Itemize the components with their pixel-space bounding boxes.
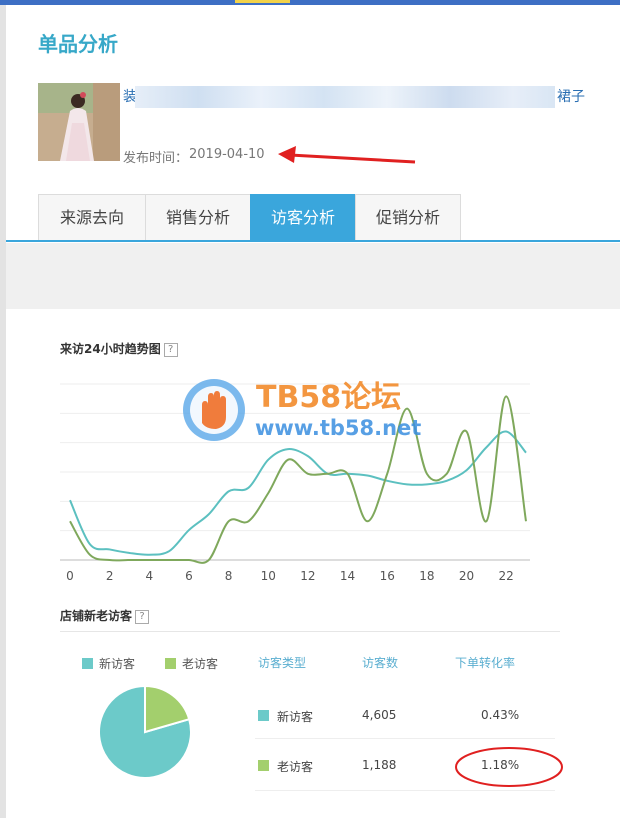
trend-section-title: 来访24小时趋势图? xyxy=(60,340,178,357)
x-tick-label: 20 xyxy=(459,569,474,583)
analysis-tabs: 来源去向 销售分析 访客分析 促销分析 xyxy=(38,194,461,240)
row-divider xyxy=(255,790,555,791)
watermark-title: TB58论坛 xyxy=(256,380,402,415)
col-header-count: 访客数 xyxy=(362,656,399,670)
visitor-pie-chart xyxy=(98,684,192,779)
watermark-hand-icon xyxy=(183,379,245,441)
x-tick-label: 12 xyxy=(300,569,315,583)
visitors-section-title: 店铺新老访客? xyxy=(60,607,150,624)
row-count-new: 4,605 xyxy=(362,708,397,722)
section-divider xyxy=(60,631,560,632)
col-header-rate: 下单转化率 xyxy=(455,656,516,670)
tab-visitors[interactable]: 访客分析 xyxy=(250,194,356,240)
product-thumbnail[interactable] xyxy=(38,83,120,161)
x-tick-label: 18 xyxy=(419,569,434,583)
tab-source[interactable]: 来源去向 xyxy=(38,194,146,240)
legend-swatch xyxy=(165,658,176,669)
product-photo-icon xyxy=(38,83,120,161)
x-tick-label: 4 xyxy=(145,569,153,583)
annotation-arrow xyxy=(278,146,416,164)
legend-label: 老访客 xyxy=(182,657,219,671)
visitors-title-text: 店铺新老访客 xyxy=(60,609,133,623)
window-frame xyxy=(0,0,6,818)
trend-title-text: 来访24小时趋势图 xyxy=(60,342,161,356)
row-count-old: 1,188 xyxy=(362,758,397,772)
x-tick-label: 2 xyxy=(106,569,114,583)
row-swatch-new xyxy=(258,710,269,721)
series-line-0 xyxy=(69,430,527,556)
watermark-url: www.tb58.net xyxy=(255,416,422,440)
legend-label: 新访客 xyxy=(99,657,136,671)
page-title: 单品分析 xyxy=(38,32,118,56)
row-divider xyxy=(255,738,555,739)
row-type-new: 新访客 xyxy=(277,710,314,724)
x-tick-label: 16 xyxy=(380,569,395,583)
x-tick-label: 0 xyxy=(66,569,74,583)
help-icon[interactable]: ? xyxy=(163,342,178,357)
tab-sales[interactable]: 销售分析 xyxy=(145,194,251,240)
row-swatch-old xyxy=(258,760,269,771)
product-title-end[interactable]: 裙子 xyxy=(557,86,585,106)
annotation-circle xyxy=(455,747,563,787)
top-nav-highlight xyxy=(235,0,290,3)
publish-date: 2019-04-10 xyxy=(189,147,265,162)
filter-band xyxy=(6,243,620,309)
publish-time-label: 发布时间： xyxy=(123,151,189,166)
legend-old-visitors: 老访客 xyxy=(165,655,218,672)
x-tick-label: 14 xyxy=(340,569,355,583)
x-tick-label: 10 xyxy=(261,569,276,583)
tab-underline xyxy=(6,240,620,242)
col-header-type: 访客类型 xyxy=(258,656,307,670)
tab-promotion[interactable]: 促销分析 xyxy=(355,194,461,240)
product-title-blurred xyxy=(135,86,555,108)
x-tick-label: 6 xyxy=(185,569,193,583)
x-tick-label: 22 xyxy=(499,569,514,583)
legend-new-visitors: 新访客 xyxy=(82,655,135,672)
row-rate-new: 0.43% xyxy=(481,708,520,722)
row-type-old: 老访客 xyxy=(277,760,314,774)
legend-swatch xyxy=(82,658,93,669)
help-icon[interactable]: ? xyxy=(135,609,150,624)
x-tick-label: 8 xyxy=(225,569,233,583)
top-nav-strip xyxy=(0,0,620,5)
